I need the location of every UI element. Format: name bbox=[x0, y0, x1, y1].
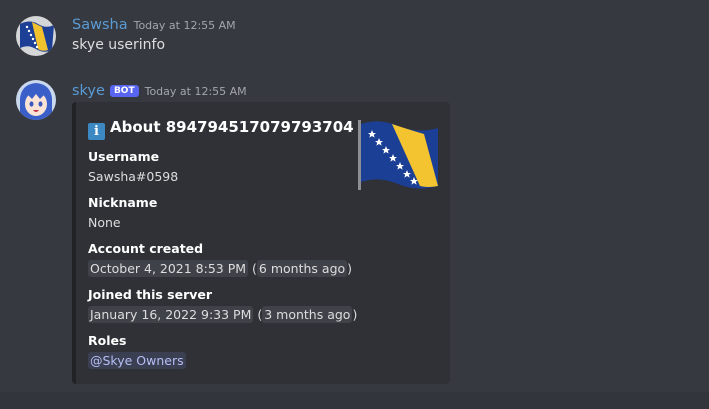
field-name: Account created bbox=[88, 241, 204, 256]
message-timestamp: Today at 12:55 AM bbox=[144, 85, 247, 98]
field-value: Sawsha#0598 bbox=[88, 169, 179, 184]
timestamp-chip[interactable]: October 4, 2021 8:53 PM bbox=[88, 260, 249, 277]
role-mention[interactable]: @Skye Owners bbox=[88, 352, 186, 369]
chat-bottom-area bbox=[0, 392, 709, 409]
info-icon: i bbox=[88, 123, 105, 140]
message-sawsha: Sawsha Today at 12:55 AM skye userinfo bbox=[0, 0, 709, 70]
anime-girl-avatar-icon bbox=[16, 80, 56, 120]
embed-title: i About 894794517079793704 bbox=[88, 118, 354, 140]
message-header: skye BOT Today at 12:55 AM bbox=[72, 80, 247, 99]
field-name: Username bbox=[88, 149, 160, 164]
field-username: Username Sawsha#0598 bbox=[88, 148, 178, 186]
bosnia-flag-icon bbox=[358, 120, 438, 190]
bosnia-flag-icon bbox=[16, 16, 56, 56]
field-name: Nickname bbox=[88, 195, 158, 210]
username[interactable]: skye bbox=[72, 83, 105, 99]
avatar[interactable] bbox=[16, 16, 56, 56]
avatar[interactable] bbox=[16, 80, 56, 120]
username[interactable]: Sawsha bbox=[72, 17, 128, 33]
field-account-created: Account created October 4, 2021 8:53 PM … bbox=[88, 240, 352, 278]
field-value: January 16, 2022 9:33 PM (3 months ago) bbox=[88, 306, 358, 323]
field-joined-server: Joined this server January 16, 2022 9:33… bbox=[88, 286, 357, 324]
field-roles: Roles @Skye Owners bbox=[88, 332, 186, 370]
field-value: October 4, 2021 8:53 PM (6 months ago) bbox=[88, 260, 353, 277]
field-nickname: Nickname None bbox=[88, 194, 157, 232]
timestamp-chip[interactable]: January 16, 2022 9:33 PM bbox=[88, 306, 254, 323]
relative-time-chip[interactable]: 3 months ago bbox=[262, 306, 353, 323]
embed: i About 894794517079793704 Username Sawsh… bbox=[72, 102, 450, 384]
field-value: None bbox=[88, 215, 121, 230]
field-name: Roles bbox=[88, 333, 127, 348]
message-header: Sawsha Today at 12:55 AM bbox=[72, 14, 236, 33]
relative-time-chip[interactable]: 6 months ago bbox=[256, 260, 348, 277]
field-value: @Skye Owners bbox=[88, 352, 186, 370]
embed-title-text: About 894794517079793704 bbox=[110, 118, 354, 136]
bot-tag: BOT bbox=[109, 85, 139, 97]
field-name: Joined this server bbox=[88, 287, 213, 302]
embed-thumbnail[interactable] bbox=[358, 120, 440, 192]
message-content: skye userinfo bbox=[72, 37, 166, 53]
message-timestamp: Today at 12:55 AM bbox=[133, 19, 236, 32]
